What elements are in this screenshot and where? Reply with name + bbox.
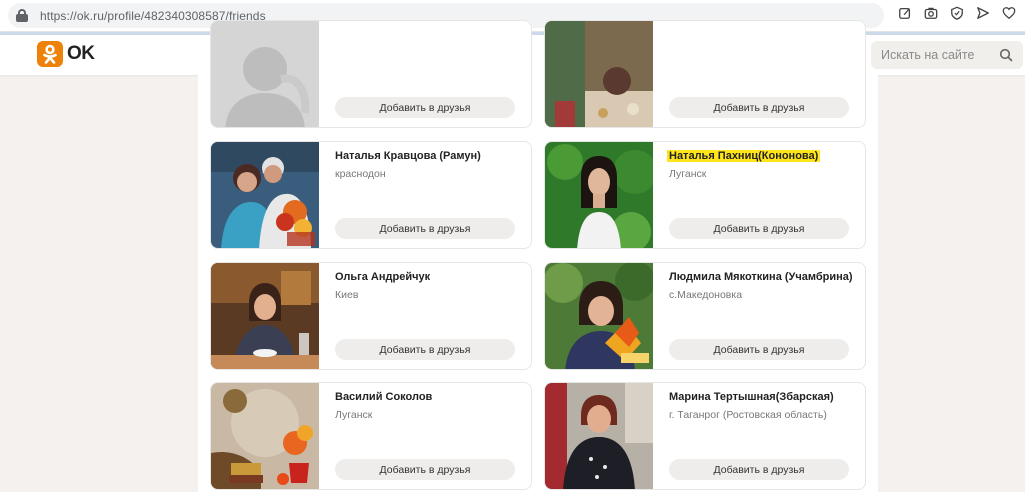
add-friend-button[interactable]: Добавить в друзья bbox=[669, 97, 849, 118]
lock-icon[interactable] bbox=[16, 9, 28, 22]
friend-city: Луганск bbox=[335, 409, 373, 421]
friend-photo[interactable] bbox=[211, 383, 319, 490]
ok-logo[interactable]: OK bbox=[37, 41, 95, 67]
friend-photo[interactable] bbox=[211, 142, 319, 249]
friend-photo[interactable] bbox=[211, 21, 319, 128]
friend-card: Наталья Кравцова (Рамун) краснодон Добав… bbox=[210, 141, 532, 249]
add-friend-button[interactable]: Добавить в друзья bbox=[669, 459, 849, 480]
add-friend-button[interactable]: Добавить в друзья bbox=[335, 97, 515, 118]
search-placeholder: Искать на сайте bbox=[881, 48, 975, 62]
friends-list: Добавить в друзья Добавить в друзья Ната… bbox=[198, 20, 878, 492]
friend-name[interactable]: Василий Соколов bbox=[335, 391, 432, 403]
logo-text: OK bbox=[67, 43, 95, 64]
friend-city: г. Таганрог (Ростовская область) bbox=[669, 409, 827, 421]
friend-card: Наталья Пахниц(Кононова) Луганск Добавит… bbox=[544, 141, 866, 249]
add-friend-button[interactable]: Добавить в друзья bbox=[669, 339, 849, 360]
add-friend-button[interactable]: Добавить в друзья bbox=[669, 218, 849, 239]
search-input[interactable]: Искать на сайте bbox=[871, 41, 1023, 69]
shield-icon[interactable] bbox=[949, 5, 965, 21]
search-icon[interactable] bbox=[999, 48, 1013, 62]
friend-card: Добавить в друзья bbox=[210, 20, 532, 128]
friend-name[interactable]: Наталья Пахниц(Кононова) bbox=[667, 150, 821, 162]
friend-photo[interactable] bbox=[545, 142, 653, 249]
edit-icon[interactable] bbox=[897, 5, 913, 21]
add-friend-button[interactable]: Добавить в друзья bbox=[335, 459, 515, 480]
friend-photo[interactable] bbox=[211, 263, 319, 370]
friend-photo[interactable] bbox=[545, 383, 653, 490]
friend-city: с.Македоновка bbox=[669, 289, 743, 301]
ok-logo-icon bbox=[37, 41, 63, 67]
add-friend-button[interactable]: Добавить в друзья bbox=[335, 339, 515, 360]
friend-name[interactable]: Наталья Кравцова (Рамун) bbox=[335, 150, 481, 162]
camera-icon[interactable] bbox=[923, 5, 939, 21]
friend-name[interactable]: Марина Тертышная(Збарская) bbox=[669, 391, 834, 403]
friend-photo[interactable] bbox=[545, 263, 653, 370]
friend-card: Ольга Андрейчук Киев Добавить в друзья bbox=[210, 262, 532, 370]
friend-card: Добавить в друзья bbox=[544, 20, 866, 128]
friend-name[interactable]: Людмила Мякоткина (Учамбрина) bbox=[669, 271, 853, 283]
friend-card: Василий Соколов Луганск Добавить в друзь… bbox=[210, 382, 532, 490]
send-icon[interactable] bbox=[975, 5, 991, 21]
friend-city: краснодон bbox=[335, 168, 386, 180]
friend-card: Марина Тертышная(Збарская) г. Таганрог (… bbox=[544, 382, 866, 490]
friend-photo[interactable] bbox=[545, 21, 653, 128]
add-friend-button[interactable]: Добавить в друзья bbox=[335, 218, 515, 239]
friend-city: Киев bbox=[335, 289, 359, 301]
friend-card: Людмила Мякоткина (Учамбрина) с.Македоно… bbox=[544, 262, 866, 370]
heart-icon[interactable] bbox=[1001, 5, 1017, 21]
friend-name[interactable]: Ольга Андрейчук bbox=[335, 271, 430, 283]
friend-city: Луганск bbox=[669, 168, 707, 180]
